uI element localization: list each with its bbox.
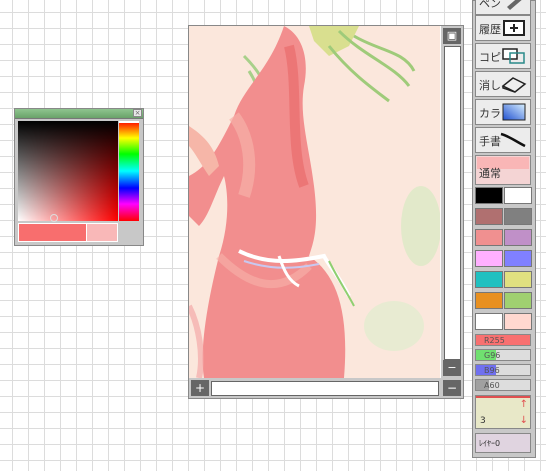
red-slider[interactable]: R255 bbox=[475, 334, 531, 346]
close-icon[interactable]: × bbox=[133, 109, 142, 117]
hue-slider-marker[interactable] bbox=[119, 121, 139, 123]
swatch-mauve[interactable] bbox=[504, 229, 532, 246]
swatch-yellow[interactable] bbox=[504, 271, 532, 288]
size-down-arrow-icon[interactable]: ↓ bbox=[520, 415, 528, 426]
swatch-gray[interactable] bbox=[504, 208, 532, 225]
pen-icon bbox=[507, 0, 522, 10]
layer-button[interactable]: ﾚｲﾔｰ0 bbox=[475, 433, 531, 453]
swatch-light-magenta[interactable] bbox=[475, 250, 503, 267]
blue-slider[interactable]: B96 bbox=[475, 364, 531, 376]
swatch-cyan[interactable] bbox=[475, 271, 503, 288]
tool-palette: ペン 履歴 コピ 消し カラ 手書 通常 R255 G96 B96 A60 3 … bbox=[472, 0, 536, 458]
artwork-image bbox=[189, 26, 440, 378]
blue-value-label: B96 bbox=[484, 366, 500, 375]
hue-slider[interactable] bbox=[119, 121, 139, 221]
brush-size-control[interactable]: 3 ↑ ↓ bbox=[475, 395, 531, 429]
swatch-white[interactable] bbox=[504, 187, 532, 204]
eraser-tool-button[interactable]: 消し bbox=[475, 71, 531, 97]
canvas-window: ▣ − + − bbox=[188, 25, 464, 399]
color-tool-label: カラ bbox=[479, 107, 501, 120]
color-tool-button[interactable]: カラ bbox=[475, 99, 531, 125]
horizontal-scrollbar[interactable]: + − bbox=[189, 378, 463, 398]
sv-picker-marker[interactable] bbox=[50, 214, 58, 222]
drawing-canvas[interactable] bbox=[189, 26, 440, 378]
swatch-green[interactable] bbox=[504, 292, 532, 309]
eraser-tool-label: 消し bbox=[479, 79, 501, 92]
current-color-swatch[interactable] bbox=[18, 223, 87, 242]
alpha-slider[interactable]: A60 bbox=[475, 379, 531, 391]
copy-tool-button[interactable]: コピ bbox=[475, 43, 531, 69]
swatch-peach[interactable] bbox=[504, 313, 532, 330]
color-picker-panel: × bbox=[14, 108, 144, 246]
copy-tool-label: コピ bbox=[479, 51, 501, 64]
handwrite-tool-label: 手書 bbox=[479, 135, 501, 148]
alpha-value-label: A60 bbox=[484, 381, 500, 390]
red-value-label: R255 bbox=[484, 336, 505, 345]
history-tool-label: 履歴 bbox=[479, 23, 501, 36]
scroll-top-button[interactable]: ▣ bbox=[443, 28, 461, 44]
brush-size-indicator bbox=[476, 396, 530, 398]
horizontal-scroll-track[interactable] bbox=[211, 381, 439, 396]
layer-label: ﾚｲﾔｰ0 bbox=[479, 439, 501, 448]
picker-titlebar[interactable] bbox=[15, 109, 143, 119]
scroll-bottom-button[interactable]: − bbox=[443, 360, 461, 376]
color-gradient-icon bbox=[502, 103, 526, 121]
previous-color-swatch[interactable] bbox=[86, 223, 118, 242]
eraser-icon bbox=[501, 77, 527, 93]
pen-tool-label: ペン bbox=[479, 0, 501, 10]
green-slider[interactable]: G96 bbox=[475, 349, 531, 361]
swatch-brown[interactable] bbox=[475, 208, 503, 225]
brush-size-value: 3 bbox=[480, 416, 486, 426]
saturation-value-field[interactable] bbox=[18, 121, 118, 221]
blend-mode-label: 通常 bbox=[479, 167, 501, 180]
pen-tool-button[interactable]: ペン bbox=[475, 0, 531, 15]
zoom-in-button[interactable]: + bbox=[191, 380, 209, 396]
blend-mode-selector[interactable]: 通常 bbox=[475, 155, 531, 185]
swatch-blue[interactable] bbox=[504, 250, 532, 267]
green-value-label: G96 bbox=[484, 351, 501, 360]
swatch-black[interactable] bbox=[475, 187, 503, 204]
vertical-scroll-track[interactable] bbox=[444, 46, 461, 360]
copy-icon bbox=[502, 48, 525, 64]
zoom-out-button[interactable]: − bbox=[443, 380, 461, 396]
swatch-pink[interactable] bbox=[475, 229, 503, 246]
handwrite-tool-button[interactable]: 手書 bbox=[475, 127, 531, 153]
swatch-orange[interactable] bbox=[475, 292, 503, 309]
vertical-scrollbar[interactable]: ▣ − bbox=[441, 26, 463, 378]
brush-stroke-icon bbox=[500, 132, 526, 148]
history-icon bbox=[503, 20, 525, 36]
size-up-arrow-icon[interactable]: ↑ bbox=[520, 399, 528, 410]
swatch-white-2[interactable] bbox=[475, 313, 503, 330]
history-tool-button[interactable]: 履歴 bbox=[475, 15, 531, 41]
